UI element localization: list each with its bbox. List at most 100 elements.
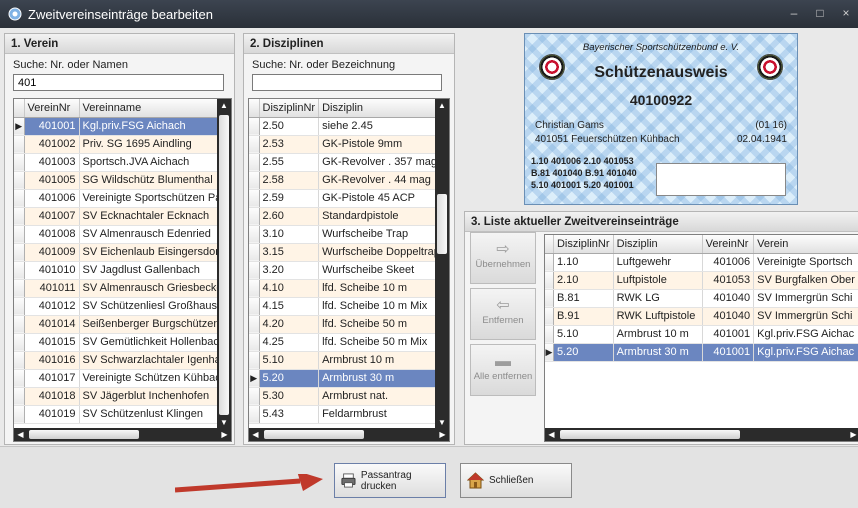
verein-search-input[interactable] (13, 74, 224, 91)
table-row[interactable]: B.91 RWK Luftpistole 401040 SV Immergrün Sc… (545, 307, 858, 326)
table-row[interactable]: 3.10 Wurfscheibe Trap (249, 225, 444, 244)
scroll-left-arrow-icon[interactable]: ◀ (249, 428, 262, 441)
table-row[interactable]: 401015 SV Gemütlichkeit Hollenbac (14, 333, 228, 352)
scroll-right-arrow-icon[interactable]: ▶ (847, 428, 858, 441)
maximize-icon[interactable]: □ (812, 5, 828, 21)
table-row[interactable]: 4.10 lfd. Scheibe 10 m (249, 279, 444, 298)
row-indicator[interactable] (249, 117, 260, 136)
column-header-verein[interactable]: Verein (753, 235, 858, 254)
row-indicator[interactable] (14, 369, 25, 388)
table-row[interactable]: 5.30 Armbrust nat. (249, 387, 444, 406)
row-indicator[interactable] (14, 225, 25, 244)
scrollbar-thumb[interactable] (560, 430, 740, 439)
column-header-disziplinnr[interactable]: DisziplinNr (259, 99, 320, 118)
row-indicator[interactable] (249, 315, 260, 334)
table-row[interactable]: 401007 SV Ecknachtaler Ecknach (14, 207, 228, 226)
table-row[interactable]: 401017 Vereinigte Schützen Kühbac (14, 369, 228, 388)
table-row[interactable]: ▶ 401001 Kgl.priv.FSG Aichach (14, 117, 228, 136)
row-indicator[interactable] (545, 253, 554, 272)
row-indicator[interactable] (14, 333, 25, 352)
table-row[interactable]: B.81 RWK LG 401040 SV Immergrün Schi (545, 289, 858, 308)
table-row[interactable]: 2.53 GK-Pistole 9mm (249, 135, 444, 154)
row-indicator[interactable] (249, 405, 260, 424)
table-row[interactable]: 2.50 siehe 2.45 (249, 117, 444, 136)
table-row[interactable]: 5.43 Feldarmbrust (249, 405, 444, 424)
row-indicator[interactable] (14, 297, 25, 316)
scroll-left-arrow-icon[interactable]: ◀ (14, 428, 27, 441)
table-row[interactable]: 5.10 Armbrust 10 m (249, 351, 444, 370)
row-indicator[interactable] (14, 189, 25, 208)
row-indicator[interactable] (249, 261, 260, 280)
table-row[interactable]: 2.58 GK-Revolver . 44 mag (249, 171, 444, 190)
row-indicator[interactable]: ▶ (545, 343, 554, 362)
table-row[interactable]: 2.60 Standardpistole (249, 207, 444, 226)
scrollbar-thumb[interactable] (219, 115, 229, 415)
row-indicator[interactable]: ▶ (14, 117, 25, 136)
row-indicator[interactable] (249, 225, 260, 244)
row-indicator[interactable] (545, 289, 554, 308)
table-row[interactable]: 401011 SV Almenrausch Griesbecke (14, 279, 228, 298)
uebernehmen-button[interactable]: ⇨ Übernehmen (470, 232, 536, 284)
table-row[interactable]: 401018 SV Jägerblut Inchenhofen (14, 387, 228, 406)
column-header-vereinname[interactable]: Vereinname (79, 99, 228, 118)
row-indicator[interactable] (14, 171, 25, 190)
row-indicator[interactable] (249, 387, 260, 406)
table-row[interactable]: ▶ 5.20 Armbrust 30 m (249, 369, 444, 388)
table-row[interactable]: 4.20 lfd. Scheibe 50 m (249, 315, 444, 334)
close-icon[interactable]: × (838, 5, 854, 21)
row-indicator[interactable] (14, 387, 25, 406)
verein-vertical-scrollbar[interactable]: ▲ ▼ (217, 99, 231, 430)
row-indicator[interactable] (249, 207, 260, 226)
disziplinen-horizontal-scrollbar[interactable]: ◀ ▶ (249, 428, 449, 441)
row-indicator[interactable] (249, 333, 260, 352)
table-row[interactable]: 4.25 lfd. Scheibe 50 m Mix (249, 333, 444, 352)
row-indicator[interactable] (249, 297, 260, 316)
table-row[interactable]: 2.10 Luftpistole 401053 SV Burgfalken Ober (545, 271, 858, 290)
column-header-vereinnr[interactable]: VereinNr (24, 99, 80, 118)
row-indicator[interactable] (249, 189, 260, 208)
row-indicator[interactable]: ▶ (249, 369, 260, 388)
row-indicator[interactable] (14, 261, 25, 280)
row-indicator[interactable] (14, 279, 25, 298)
scroll-right-arrow-icon[interactable]: ▶ (218, 428, 231, 441)
table-row[interactable]: 3.20 Wurfscheibe Skeet (249, 261, 444, 280)
table-row[interactable]: 401008 SV Almenrausch Edenried (14, 225, 228, 244)
table-row[interactable]: 2.59 GK-Pistole 45 ACP (249, 189, 444, 208)
column-header-disziplin[interactable]: Disziplin (318, 99, 444, 118)
verein-horizontal-scrollbar[interactable]: ◀ ▶ (14, 428, 231, 441)
table-row[interactable]: 5.10 Armbrust 10 m 401001 Kgl.priv.FSG Aich… (545, 325, 858, 344)
table-row[interactable]: 401002 Priv. SG 1695 Aindling (14, 135, 228, 154)
passantrag-drucken-button[interactable]: Passantrag drucken (334, 463, 446, 498)
scrollbar-thumb[interactable] (264, 430, 364, 439)
scroll-left-arrow-icon[interactable]: ◀ (545, 428, 558, 441)
table-row[interactable]: 401009 SV Eichenlaub Eisingersdorf (14, 243, 228, 262)
row-indicator[interactable] (249, 171, 260, 190)
table-row[interactable]: ▶ 5.20 Armbrust 30 m 401001 Kgl.priv.FSG Aic… (545, 343, 858, 362)
scroll-up-arrow-icon[interactable]: ▲ (435, 99, 449, 113)
table-row[interactable]: 2.55 GK-Revolver . 357 mag (249, 153, 444, 172)
minimize-icon[interactable]: – (786, 5, 802, 21)
row-indicator[interactable] (545, 307, 554, 326)
scrollbar-thumb[interactable] (437, 194, 447, 254)
row-indicator[interactable] (249, 135, 260, 154)
table-row[interactable]: 401006 Vereinigte Sportschützen Pa (14, 189, 228, 208)
table-row[interactable]: 3.15 Wurfscheibe Doppeltrap (249, 243, 444, 262)
table-row[interactable]: 401010 SV Jagdlust Gallenbach (14, 261, 228, 280)
scroll-right-arrow-icon[interactable]: ▶ (436, 428, 449, 441)
row-indicator[interactable] (14, 135, 25, 154)
table-row[interactable]: 4.15 lfd. Scheibe 10 m Mix (249, 297, 444, 316)
row-indicator[interactable] (545, 325, 554, 344)
row-indicator[interactable] (14, 351, 25, 370)
row-indicator[interactable] (14, 405, 25, 424)
table-row[interactable]: 401016 SV Schwarzlachtaler Igenha (14, 351, 228, 370)
column-header-disziplinnr[interactable]: DisziplinNr (553, 235, 614, 254)
row-indicator[interactable] (545, 271, 554, 290)
schliessen-button[interactable]: Schließen (460, 463, 572, 498)
row-indicator[interactable] (249, 243, 260, 262)
disziplinen-vertical-scrollbar[interactable]: ▲ ▼ (435, 99, 449, 430)
scrollbar-thumb[interactable] (29, 430, 139, 439)
table-row[interactable]: 401012 SV Schützenliesl Großhause (14, 297, 228, 316)
table-row[interactable]: 401019 SV Schützenlust Klingen (14, 405, 228, 424)
table-row[interactable]: 401014 Seißenberger Burgschützen (14, 315, 228, 334)
row-indicator[interactable] (14, 315, 25, 334)
